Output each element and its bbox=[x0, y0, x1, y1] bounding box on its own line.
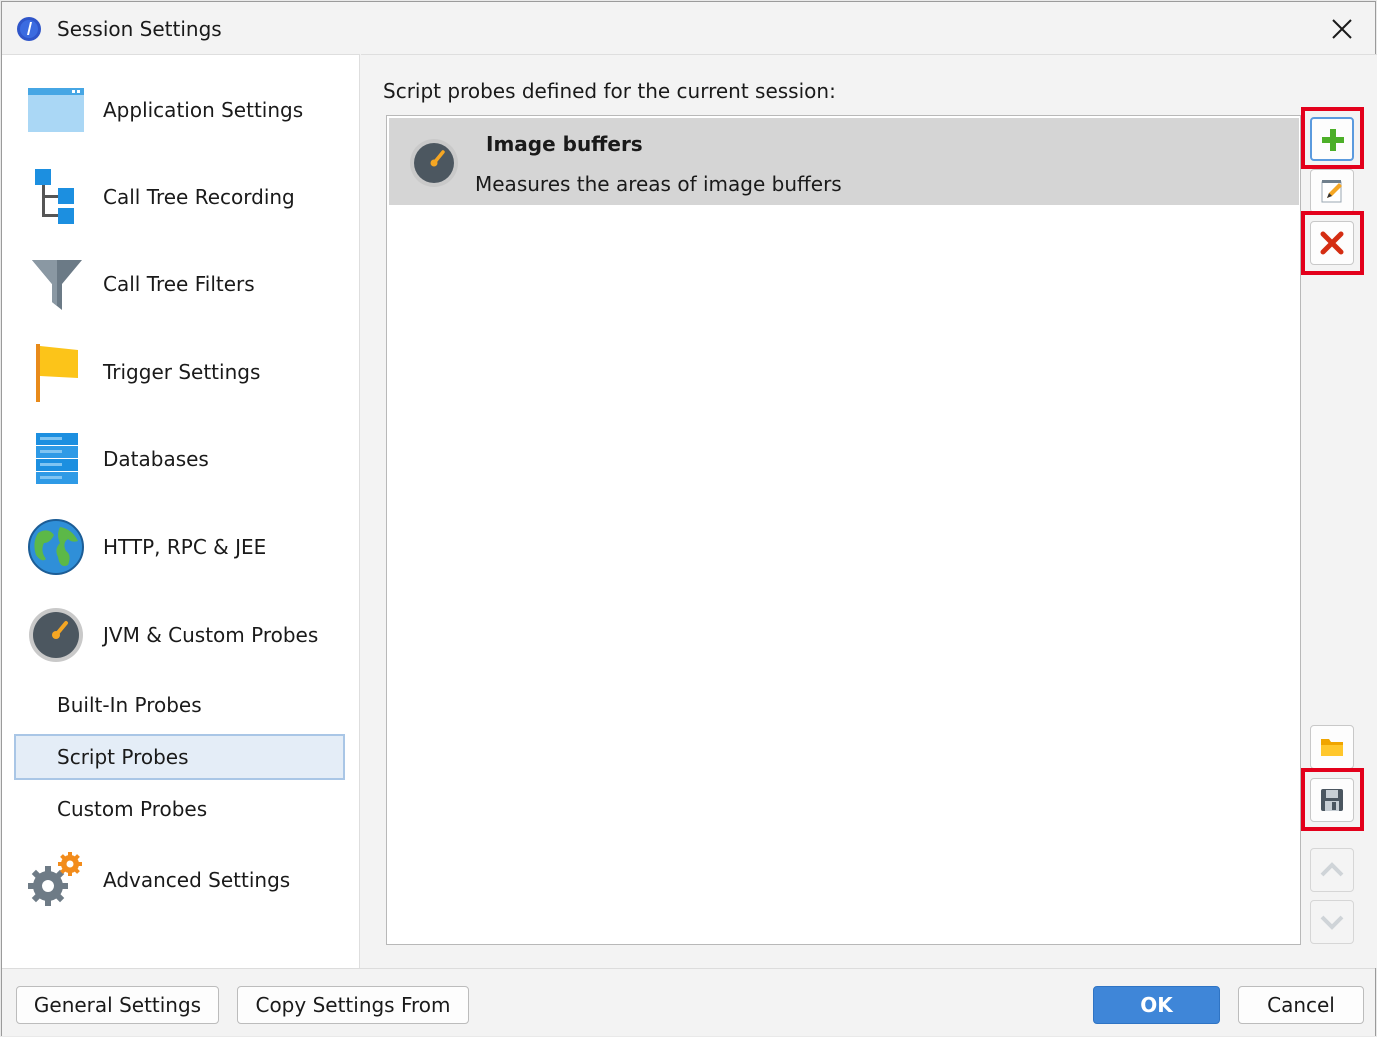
sidebar-subitem-label: Custom Probes bbox=[57, 797, 208, 821]
dialog-footer: General Settings Copy Settings From OK C… bbox=[2, 968, 1375, 1036]
filter-funnel-icon bbox=[32, 260, 82, 310]
sidebar-subitem-label: Script Probes bbox=[57, 745, 189, 769]
sidebar-item-label: Application Settings bbox=[103, 98, 304, 122]
sidebar-subitem-label: Built-In Probes bbox=[57, 693, 202, 717]
gears-icon bbox=[28, 852, 82, 906]
sidebar-item-jvm-custom-probes[interactable]: JVM & Custom Probes bbox=[2, 595, 359, 675]
list-item[interactable]: Image buffers Measures the areas of imag… bbox=[389, 118, 1299, 205]
export-probe-button[interactable] bbox=[1310, 778, 1354, 822]
sidebar-item-label: Advanced Settings bbox=[103, 868, 291, 892]
probe-description: Measures the areas of image buffers bbox=[475, 172, 842, 196]
application-window-icon bbox=[28, 88, 84, 132]
sidebar-subitem-script-probes[interactable]: Script Probes bbox=[14, 734, 345, 780]
cancel-button[interactable]: Cancel bbox=[1238, 986, 1364, 1024]
open-folder-icon bbox=[1321, 739, 1343, 756]
delete-icon bbox=[1320, 231, 1344, 255]
sidebar-item-databases[interactable]: Databases bbox=[2, 419, 359, 499]
script-probes-list[interactable]: Image buffers Measures the areas of imag… bbox=[386, 115, 1301, 945]
probe-title: Image buffers bbox=[486, 132, 643, 156]
sidebar-item-application-settings[interactable]: Application Settings bbox=[2, 70, 359, 150]
call-tree-icon bbox=[35, 169, 74, 224]
title-bar: Session Settings bbox=[2, 2, 1375, 54]
delete-probe-button[interactable] bbox=[1310, 221, 1354, 265]
save-icon bbox=[1321, 789, 1343, 811]
sidebar-item-call-tree-filters[interactable]: Call Tree Filters bbox=[2, 244, 359, 324]
sidebar-item-label: Call Tree Filters bbox=[103, 272, 255, 296]
close-icon[interactable] bbox=[1327, 14, 1357, 44]
edit-probe-button[interactable] bbox=[1310, 169, 1354, 213]
sidebar-item-call-tree-recording[interactable]: Call Tree Recording bbox=[2, 157, 359, 237]
sidebar-item-label: HTTP, RPC & JEE bbox=[103, 535, 267, 559]
sidebar-item-trigger-settings[interactable]: Trigger Settings bbox=[2, 332, 359, 412]
database-icon bbox=[36, 433, 78, 484]
gauge-icon bbox=[410, 139, 458, 187]
sidebar-subitem-built-in-probes[interactable]: Built-In Probes bbox=[14, 682, 345, 728]
sidebar-item-label: JVM & Custom Probes bbox=[103, 623, 319, 647]
ok-button[interactable]: OK bbox=[1093, 986, 1220, 1024]
add-icon bbox=[1322, 129, 1344, 151]
section-heading: Script probes defined for the current se… bbox=[383, 79, 836, 103]
move-up-icon bbox=[1320, 862, 1344, 877]
sidebar-item-label: Trigger Settings bbox=[103, 360, 261, 384]
settings-sidebar: Application Settings Call Tree Recording… bbox=[2, 54, 360, 968]
globe-icon bbox=[28, 519, 84, 575]
general-settings-button[interactable]: General Settings bbox=[16, 986, 219, 1024]
flag-icon bbox=[36, 344, 78, 402]
import-probe-button[interactable] bbox=[1310, 725, 1354, 769]
move-down-button[interactable] bbox=[1310, 900, 1354, 944]
main-panel: Script probes defined for the current se… bbox=[361, 54, 1377, 968]
sidebar-item-advanced-settings[interactable]: Advanced Settings bbox=[2, 840, 359, 920]
gauge-icon bbox=[29, 608, 83, 662]
window-title: Session Settings bbox=[57, 17, 222, 41]
edit-icon bbox=[1321, 180, 1342, 203]
session-settings-dialog: Session Settings Application Settings Ca… bbox=[1, 1, 1377, 1036]
sidebar-item-label: Databases bbox=[103, 447, 209, 471]
sidebar-subitem-custom-probes[interactable]: Custom Probes bbox=[14, 786, 345, 832]
app-logo-icon bbox=[17, 17, 41, 41]
sidebar-item-label: Call Tree Recording bbox=[103, 185, 295, 209]
move-up-button[interactable] bbox=[1310, 848, 1354, 892]
copy-settings-from-button[interactable]: Copy Settings From bbox=[237, 986, 469, 1024]
sidebar-item-http-rpc-jee[interactable]: HTTP, RPC & JEE bbox=[2, 507, 359, 587]
move-down-icon bbox=[1320, 915, 1344, 930]
add-probe-button[interactable] bbox=[1310, 117, 1354, 161]
